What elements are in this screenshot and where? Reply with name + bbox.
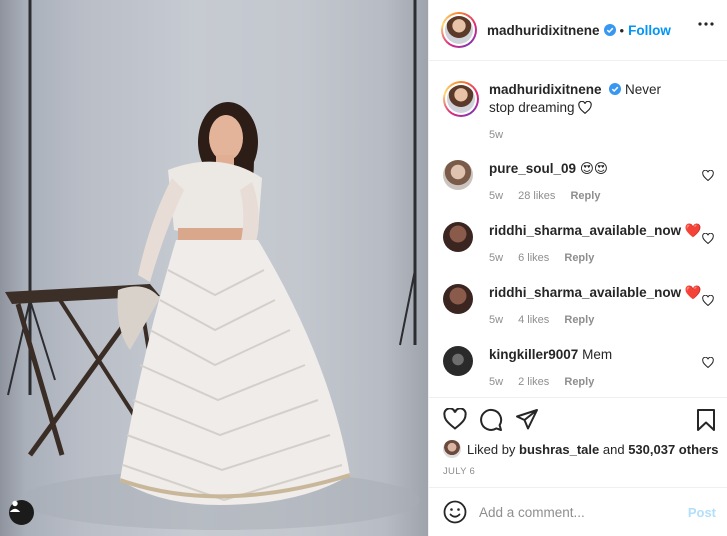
comment-meta: 5w 28 likes Reply — [489, 190, 612, 202]
liked-by-others[interactable]: 530,037 others — [628, 442, 718, 457]
share-icon[interactable] — [515, 408, 539, 430]
post-photo[interactable] — [0, 0, 428, 536]
comment-likes[interactable]: 6 likes — [518, 252, 549, 264]
likes-summary: Liked by bushras_tale and 530,037 others — [443, 440, 719, 458]
comment-meta: 5w 4 likes Reply — [489, 314, 606, 326]
comment-time: 5w — [489, 190, 504, 202]
liked-by-avatar[interactable] — [443, 440, 461, 458]
caption-avatar[interactable] — [443, 81, 479, 117]
comment-input[interactable] — [479, 504, 679, 520]
comment-body: riddhi_sharma_available_now ❤️ — [489, 284, 709, 302]
comments-list[interactable]: madhuridixitnene Never stop dreaming 5w … — [429, 62, 727, 397]
comment-likes[interactable]: 2 likes — [518, 376, 549, 388]
comment-likes[interactable]: 28 likes — [518, 190, 555, 202]
liked-by-user[interactable]: bushras_tale — [519, 442, 599, 457]
add-comment-bar: Post — [429, 487, 727, 536]
comment-body: kingkiller9007 Mem — [489, 346, 689, 364]
comment-time: 5w — [489, 376, 504, 388]
heart-outline-icon — [578, 100, 593, 115]
liked-by-and: and — [602, 441, 625, 457]
user-tag-button[interactable] — [9, 500, 34, 525]
like-comment-icon[interactable] — [702, 357, 714, 368]
photo-illustration — [5, 0, 420, 530]
separator-dot: • — [619, 22, 625, 38]
comment-username[interactable]: riddhi_sharma_available_now — [489, 285, 681, 300]
emoji-icon[interactable] — [443, 500, 467, 524]
author-avatar[interactable] — [441, 12, 477, 48]
comment-icon[interactable] — [479, 408, 503, 432]
comment-body: pure_soul_09 😍😍 — [489, 160, 689, 178]
like-comment-icon[interactable] — [702, 295, 714, 306]
like-comment-icon[interactable] — [702, 233, 714, 244]
comment-meta: 5w 6 likes Reply — [489, 252, 606, 264]
post-date[interactable]: JULY 6 — [443, 466, 475, 477]
reply-button[interactable]: Reply — [564, 376, 594, 388]
comment-likes[interactable]: 4 likes — [518, 314, 549, 326]
comment-username[interactable]: pure_soul_09 — [489, 161, 576, 176]
caption-meta: 5w — [489, 129, 515, 141]
comment-meta: 5w 2 likes Reply — [489, 376, 606, 388]
post-comment-button[interactable]: Post — [688, 505, 716, 520]
like-comment-icon[interactable] — [702, 170, 714, 181]
more-horizontal-icon[interactable] — [698, 22, 714, 26]
user-tag-icon — [9, 500, 21, 512]
comment-time: 5w — [489, 252, 504, 264]
save-bookmark-icon[interactable] — [696, 408, 716, 432]
commenter-avatar[interactable] — [443, 284, 473, 314]
commenter-avatar[interactable] — [443, 346, 473, 376]
post-header: madhuridixitnene • Follow — [429, 0, 727, 61]
verified-badge-icon — [603, 24, 616, 36]
reply-button[interactable]: Reply — [564, 314, 594, 326]
reply-button[interactable]: Reply — [570, 190, 600, 202]
verified-badge-icon — [609, 83, 622, 95]
comment-text: ❤️ — [684, 223, 702, 238]
caption-time: 5w — [489, 129, 504, 141]
caption-username[interactable]: madhuridixitnene — [489, 82, 602, 97]
comment-text: Mem — [582, 347, 613, 362]
caption-body: madhuridixitnene Never stop dreaming — [489, 81, 689, 117]
comment-time: 5w — [489, 314, 504, 326]
comment-text: 😍😍 — [579, 161, 608, 176]
author-username[interactable]: madhuridixitnene — [487, 23, 600, 38]
like-icon[interactable] — [443, 408, 467, 430]
reply-button[interactable]: Reply — [564, 252, 594, 264]
commenter-avatar[interactable] — [443, 222, 473, 252]
comment-username[interactable]: kingkiller9007 — [489, 347, 578, 362]
liked-by-prefix: Liked by — [467, 441, 516, 457]
comment-text: ❤️ — [684, 285, 702, 300]
commenter-avatar[interactable] — [443, 160, 473, 190]
post-actions — [429, 397, 727, 443]
comment-body: riddhi_sharma_available_now ❤️ — [489, 222, 709, 240]
post-side-panel: madhuridixitnene • Follow madhuridixitne… — [428, 0, 727, 536]
comment-username[interactable]: riddhi_sharma_available_now — [489, 223, 681, 238]
follow-button[interactable]: Follow — [628, 23, 671, 38]
